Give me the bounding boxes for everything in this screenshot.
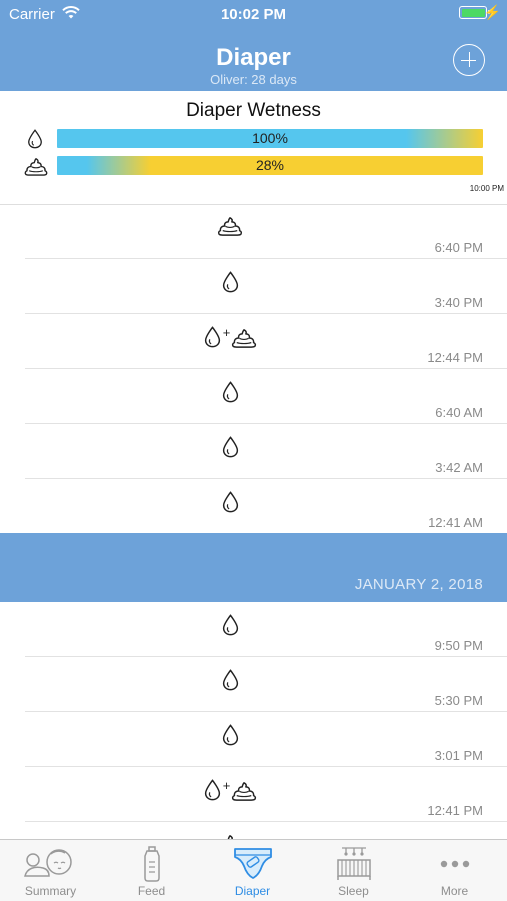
plus-icon: + xyxy=(222,325,231,340)
wet-drop-icon xyxy=(221,669,240,691)
entry-icon xyxy=(0,436,460,463)
list-item[interactable]: +12:41 PM xyxy=(0,767,507,822)
entry-time: 12:44 PM xyxy=(427,350,483,365)
list-item[interactable]: 6:40 PM xyxy=(0,204,507,259)
list-item[interactable]: 3:40 PM xyxy=(0,259,507,314)
wet-drop-icon xyxy=(221,491,240,513)
more-dots-icon xyxy=(404,846,505,881)
tab-bar: Summary Feed Diaper Sleep More xyxy=(0,839,507,901)
dirty-bar: 28% xyxy=(57,156,483,175)
tab-sleep-label: Sleep xyxy=(338,884,369,898)
wet-bar: 100% xyxy=(57,129,483,148)
entry-icon: + xyxy=(0,779,460,806)
list-item[interactable]: 5:30 PM xyxy=(0,657,507,712)
list-item[interactable]: 6:40 AM xyxy=(0,369,507,424)
wet-drop-icon xyxy=(221,436,240,458)
entry-icon xyxy=(0,271,460,298)
bottle-icon xyxy=(101,846,202,887)
poop-icon xyxy=(231,781,257,801)
tab-diaper-label: Diaper xyxy=(234,884,271,898)
wet-drop-icon xyxy=(221,381,240,403)
tab-summary[interactable]: Summary xyxy=(0,840,101,901)
entry-time: 12:41 AM xyxy=(428,515,483,530)
list-item[interactable]: 3:01 PM xyxy=(0,712,507,767)
list-item[interactable]: +12:44 PM xyxy=(0,314,507,369)
status-time: 10:02 PM xyxy=(220,6,287,23)
baby-face-icon xyxy=(0,846,101,885)
add-entry-button[interactable] xyxy=(453,44,485,76)
section-date-label: JANUARY 2, 2018 xyxy=(354,576,483,593)
wet-drop-icon xyxy=(221,724,240,746)
nav-header: Carrier 10:02 PM ⚡ Diaper Oliver: 28 day… xyxy=(0,0,507,91)
chart-time-label: 10:00 PM xyxy=(469,184,504,193)
wet-drop-icon xyxy=(221,271,240,293)
entry-icon xyxy=(0,669,460,696)
crib-icon xyxy=(303,846,404,887)
list-item[interactable]: 3:42 AM xyxy=(0,424,507,479)
poop-icon xyxy=(231,328,257,348)
tab-feed[interactable]: Feed xyxy=(101,840,202,901)
entry-time: 12:41 PM xyxy=(427,803,483,818)
entry-time: 6:40 PM xyxy=(434,240,483,255)
entry-icon xyxy=(0,614,460,641)
entry-time: 3:01 PM xyxy=(434,748,483,763)
poop-icon xyxy=(217,216,243,236)
entry-icon xyxy=(0,216,460,241)
wet-percent-label: 100% xyxy=(252,130,288,146)
page-title: Diaper xyxy=(216,44,291,71)
tab-feed-label: Feed xyxy=(137,884,166,898)
plus-icon: + xyxy=(222,778,231,793)
tab-sleep[interactable]: Sleep xyxy=(303,840,404,901)
wet-drop-icon xyxy=(221,614,240,636)
tab-diaper[interactable]: Diaper xyxy=(202,840,303,901)
entry-time: 3:40 PM xyxy=(434,295,483,310)
charging-icon: ⚡ xyxy=(483,4,501,20)
date-section-header: JANUARY 2, 2018 xyxy=(0,533,507,602)
tab-more-label: More xyxy=(440,884,469,898)
entry-icon xyxy=(0,491,460,518)
list-item[interactable]: 12:41 AM xyxy=(0,479,507,534)
status-bar: Carrier 10:02 PM ⚡ xyxy=(0,0,507,28)
diaper-icon xyxy=(202,846,303,885)
entry-time: 6:40 AM xyxy=(435,405,483,420)
entry-icon xyxy=(0,381,460,408)
dirty-percent-label: 28% xyxy=(255,157,285,173)
entry-time: 5:30 PM xyxy=(434,693,483,708)
wet-drop-icon xyxy=(203,779,222,801)
entry-icon xyxy=(0,724,460,751)
wet-drop-icon xyxy=(26,129,44,149)
tab-more[interactable]: More xyxy=(404,840,505,901)
dirty-poop-icon xyxy=(24,157,48,176)
tab-summary-label: Summary xyxy=(24,884,77,898)
entry-time: 9:50 PM xyxy=(434,638,483,653)
entry-icon: + xyxy=(0,326,460,353)
list-item[interactable]: 9:50 PM xyxy=(0,602,507,657)
wet-drop-icon xyxy=(203,326,222,348)
entry-time: 3:42 AM xyxy=(435,460,483,475)
wet-and-dirty-icon: + xyxy=(203,779,258,801)
page-subtitle: Oliver: 28 days xyxy=(210,72,297,87)
wet-and-dirty-icon: + xyxy=(203,326,258,348)
wetness-title: Diaper Wetness xyxy=(186,100,321,121)
